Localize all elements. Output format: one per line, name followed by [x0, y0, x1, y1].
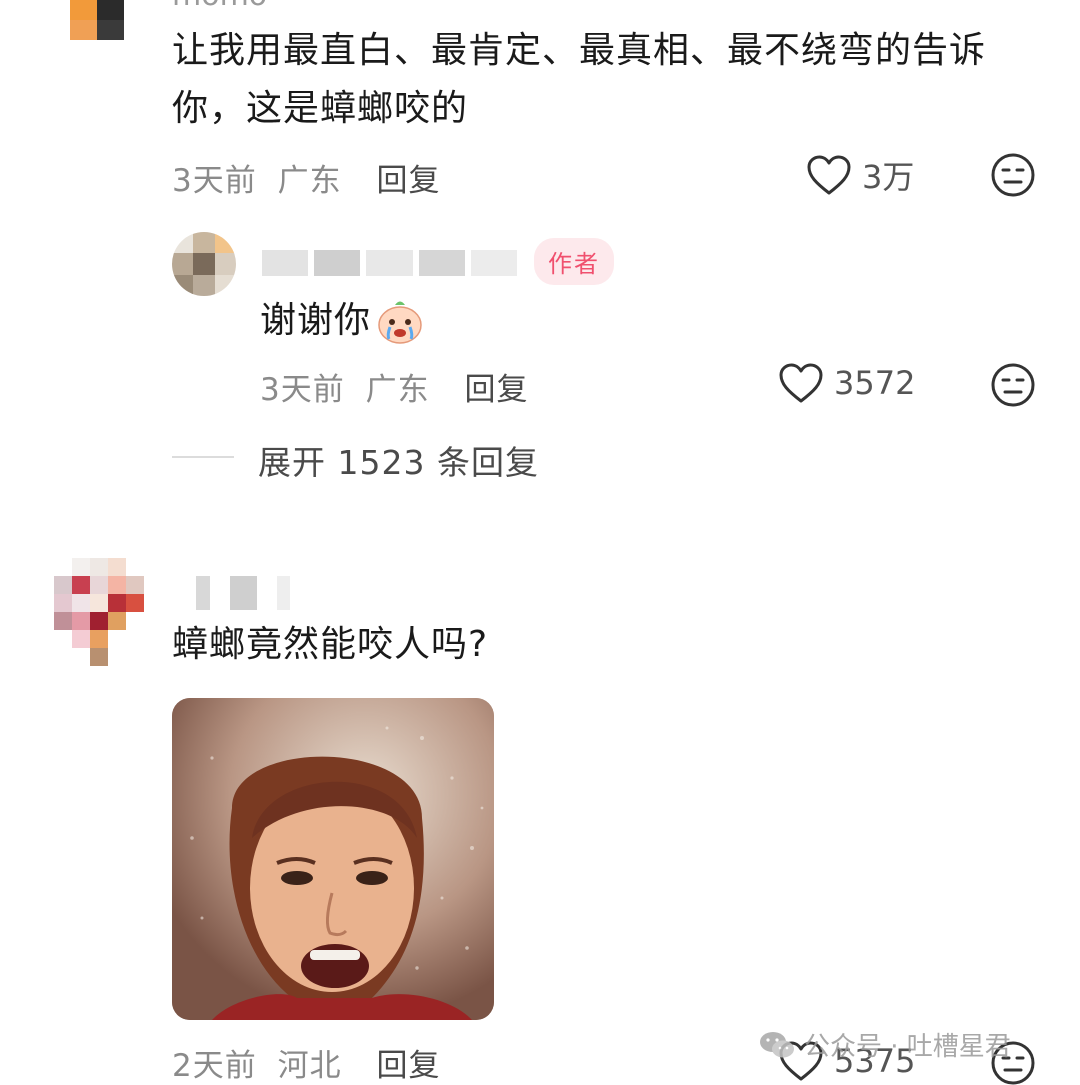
dislike-face-icon[interactable] [990, 362, 1036, 408]
reply-button[interactable]: 回复 [376, 1048, 440, 1084]
reply-button[interactable]: 回复 [376, 163, 440, 199]
reply-button[interactable]: 回复 [464, 372, 528, 408]
dislike-face-icon[interactable] [990, 152, 1036, 198]
like-count: 3万 [862, 158, 915, 196]
crying-emoji-icon [378, 301, 422, 344]
comment-text-line: 你，这是蟑螂咬的 [172, 88, 469, 129]
like-button[interactable]: 3572 [778, 362, 915, 404]
comment-text: 让我用最直白、最肯定、最真相、最不绕弯的告诉 你，这是蟑螂咬的 [172, 22, 1032, 138]
reply-username-censored[interactable] [262, 250, 518, 276]
expand-divider [172, 456, 234, 458]
comment-time: 2天前 [172, 1048, 257, 1084]
username[interactable]: momo [172, 0, 267, 13]
like-count: 3572 [834, 364, 916, 402]
comment-text-line: 让我用最直白、最肯定、最真相、最不绕弯的告诉 [172, 30, 987, 71]
wechat-icon [760, 1031, 794, 1057]
like-button[interactable]: 3万 [806, 152, 914, 198]
avatar[interactable] [54, 558, 144, 666]
meme-image[interactable] [172, 698, 494, 1020]
heart-icon [807, 155, 851, 195]
watermark: 公众号 · 吐槽星君 [758, 1026, 1011, 1063]
avatar[interactable] [70, 0, 124, 40]
author-badge: 作者 [534, 238, 614, 285]
comment-location: 河北 [277, 1048, 342, 1084]
comment-time: 3天前 [172, 163, 257, 199]
heart-icon [779, 363, 823, 403]
reply-text-content: 谢谢你 [260, 300, 372, 341]
comment-meta: 3天前 广东 回复 [172, 155, 440, 200]
reply-location: 广东 [365, 372, 430, 408]
comment-location: 广东 [277, 163, 342, 199]
comment-meta: 2天前 河北 回复 [172, 1040, 440, 1085]
watermark-text: 公众号 · 吐槽星君 [804, 1032, 1011, 1062]
comment-text: 蟑螂竟然能咬人吗? [172, 624, 489, 665]
reply-text: 谢谢你 [260, 292, 425, 350]
reply-meta: 3天前 广东 回复 [260, 364, 528, 409]
expand-replies-button[interactable]: 展开 1523 条回复 [258, 436, 539, 484]
reply-avatar[interactable] [172, 232, 236, 296]
reply-time: 3天前 [260, 372, 345, 408]
username-censored[interactable] [196, 576, 290, 610]
meme-face-picture [172, 698, 494, 1020]
